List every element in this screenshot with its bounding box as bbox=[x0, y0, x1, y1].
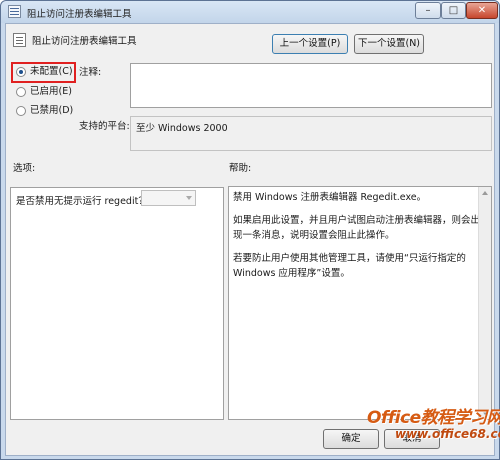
scroll-up-icon[interactable] bbox=[482, 191, 488, 195]
setting-title: 阻止访问注册表编辑工具 bbox=[32, 36, 137, 47]
radio-label-enabled: 已启用(E) bbox=[30, 86, 72, 97]
dialog-body: 阻止访问注册表编辑工具 上一个设置(P) 下一个设置(N) 未配置(C) 已启用… bbox=[5, 23, 495, 456]
chevron-down-icon bbox=[186, 196, 192, 200]
window-title: 阻止访问注册表编辑工具 bbox=[27, 9, 132, 20]
supported-platform-value: 至少 Windows 2000 bbox=[130, 116, 492, 151]
policy-icon bbox=[8, 5, 21, 18]
ok-button[interactable]: 确定 bbox=[323, 429, 379, 449]
title-bar[interactable]: 阻止访问注册表编辑工具 – □ ✕ bbox=[1, 1, 499, 23]
help-scrollbar[interactable] bbox=[478, 187, 491, 419]
close-button[interactable]: ✕ bbox=[466, 2, 498, 19]
help-pane: 禁用 Windows 注册表编辑器 Regedit.exe。 如果启用此设置，并… bbox=[228, 186, 492, 420]
radio-dot[interactable] bbox=[16, 106, 26, 116]
option-question: 是否禁用无提示运行 regedit？ bbox=[16, 196, 148, 207]
cancel-button[interactable]: 取消 bbox=[384, 429, 440, 449]
help-paragraph: 如果启用此设置，并且用户试图启动注册表编辑器，则会出现一条消息，说明设置会阻止此… bbox=[233, 215, 481, 241]
radio-label-not-configured: 未配置(C) bbox=[30, 66, 73, 77]
previous-setting-button[interactable]: 上一个设置(P) bbox=[272, 34, 348, 54]
help-label: 帮助: bbox=[229, 163, 252, 174]
help-paragraph: 禁用 Windows 注册表编辑器 Regedit.exe。 bbox=[233, 192, 427, 203]
comment-textarea[interactable] bbox=[130, 63, 492, 108]
scroll-down-icon[interactable] bbox=[482, 411, 488, 415]
option-dropdown[interactable] bbox=[141, 190, 196, 206]
radio-dot[interactable] bbox=[16, 87, 26, 97]
options-pane: 是否禁用无提示运行 regedit？ bbox=[10, 187, 224, 420]
comment-label: 注释: bbox=[79, 67, 102, 78]
help-paragraph: 若要防止用户使用其他管理工具，请使用“只运行指定的 Windows 应用程序”设… bbox=[233, 253, 466, 279]
radio-dot-selected[interactable] bbox=[16, 67, 26, 77]
dialog-window: 阻止访问注册表编辑工具 – □ ✕ 阻止访问注册表编辑工具 上一个设置(P) 下… bbox=[0, 0, 500, 460]
policy-setting-icon bbox=[13, 33, 26, 47]
options-label: 选项: bbox=[13, 163, 36, 174]
maximize-button[interactable]: □ bbox=[441, 2, 466, 19]
minimize-button[interactable]: – bbox=[415, 2, 441, 19]
supported-platform-label: 支持的平台: bbox=[79, 121, 130, 132]
next-setting-button[interactable]: 下一个设置(N) bbox=[354, 34, 424, 54]
radio-label-disabled: 已禁用(D) bbox=[30, 105, 74, 116]
